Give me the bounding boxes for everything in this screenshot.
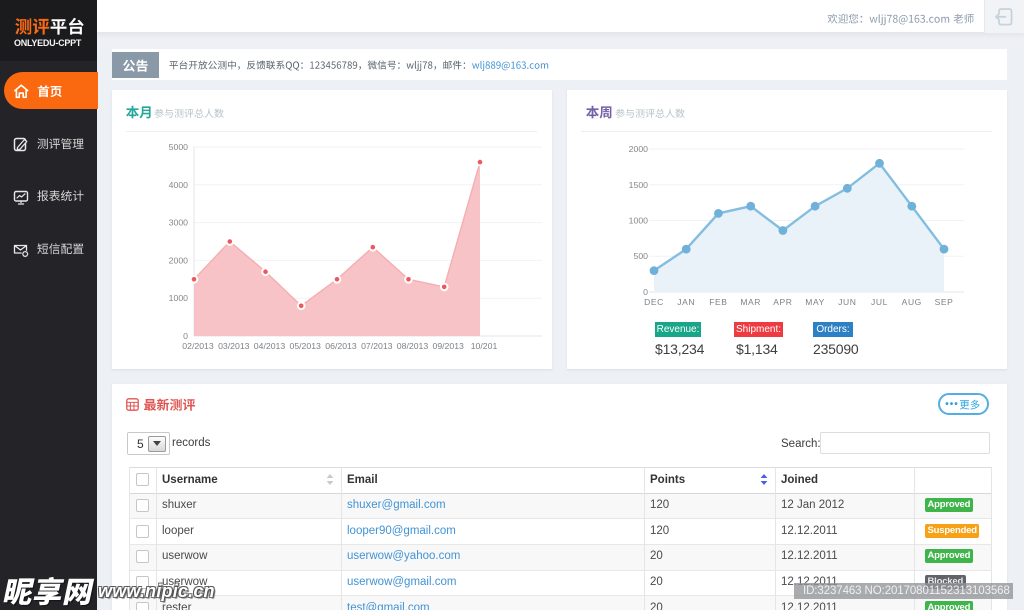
- svg-text:10/201: 10/201: [471, 341, 498, 351]
- svg-text:AUG: AUG: [902, 297, 922, 307]
- svg-text:500: 500: [634, 251, 649, 261]
- svg-text:1000: 1000: [629, 216, 648, 226]
- svg-text:4000: 4000: [169, 180, 188, 190]
- svg-text:JAN: JAN: [677, 297, 695, 307]
- svg-text:0: 0: [183, 331, 188, 341]
- svg-text:5000: 5000: [169, 142, 188, 152]
- svg-text:SEP: SEP: [935, 297, 954, 307]
- svg-text:APR: APR: [773, 297, 792, 307]
- svg-text:MAY: MAY: [805, 297, 825, 307]
- svg-text:MAR: MAR: [740, 297, 761, 307]
- svg-text:3000: 3000: [169, 218, 188, 228]
- svg-text:1000: 1000: [169, 293, 188, 303]
- svg-text:06/2013: 06/2013: [325, 341, 357, 351]
- svg-text:2000: 2000: [629, 144, 648, 154]
- svg-text:DEC: DEC: [644, 297, 664, 307]
- svg-text:0: 0: [643, 287, 648, 297]
- svg-text:JUN: JUN: [838, 297, 856, 307]
- svg-text:JUL: JUL: [871, 297, 888, 307]
- svg-text:05/2013: 05/2013: [289, 341, 321, 351]
- svg-text:04/2013: 04/2013: [254, 341, 286, 351]
- svg-text:03/2013: 03/2013: [218, 341, 250, 351]
- svg-text:08/2013: 08/2013: [397, 341, 429, 351]
- svg-text:09/2013: 09/2013: [432, 341, 464, 351]
- svg-text:02/2013: 02/2013: [182, 341, 214, 351]
- svg-text:FEB: FEB: [709, 297, 727, 307]
- svg-text:2000: 2000: [169, 255, 188, 265]
- svg-text:1500: 1500: [629, 180, 648, 190]
- svg-text:07/2013: 07/2013: [361, 341, 393, 351]
